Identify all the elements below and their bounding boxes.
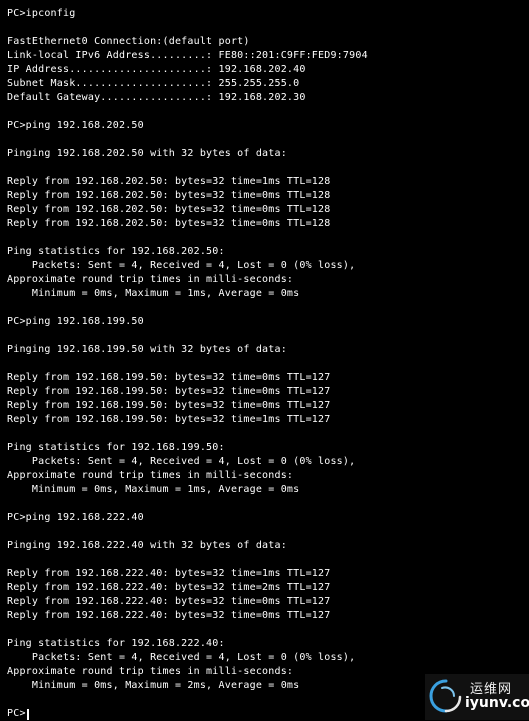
terminal-line: IP Address......................: 192.16… bbox=[7, 64, 306, 75]
terminal-line: Subnet Mask.....................: 255.25… bbox=[7, 78, 300, 89]
terminal-line: Pinging 192.168.199.50 with 32 bytes of … bbox=[7, 344, 287, 355]
terminal-line: Reply from 192.168.222.40: bytes=32 time… bbox=[7, 596, 331, 607]
site-watermark: 运维网 iyunv.com bbox=[425, 674, 529, 720]
terminal-line: Minimum = 0ms, Maximum = 1ms, Average = … bbox=[7, 484, 300, 495]
terminal-line: Reply from 192.168.202.50: bytes=32 time… bbox=[7, 176, 331, 187]
terminal-line: Reply from 192.168.222.40: bytes=32 time… bbox=[7, 568, 331, 579]
terminal-line: Ping statistics for 192.168.202.50: bbox=[7, 246, 225, 257]
terminal-line: Reply from 192.168.202.50: bytes=32 time… bbox=[7, 190, 331, 201]
terminal-line: Ping statistics for 192.168.199.50: bbox=[7, 442, 225, 453]
terminal-line: Reply from 192.168.202.50: bytes=32 time… bbox=[7, 218, 331, 229]
terminal-line: Pinging 192.168.202.50 with 32 bytes of … bbox=[7, 148, 287, 159]
terminal-line: Reply from 192.168.222.40: bytes=32 time… bbox=[7, 610, 331, 621]
terminal-line: Link-local IPv6 Address.........: FE80::… bbox=[7, 50, 368, 61]
terminal-line: Reply from 192.168.199.50: bytes=32 time… bbox=[7, 372, 331, 383]
text-cursor bbox=[26, 708, 29, 720]
watermark-domain: iyunv.com bbox=[465, 695, 529, 711]
terminal-line: PC>ping 192.168.199.50 bbox=[7, 316, 144, 327]
terminal-line: FastEthernet0 Connection:(default port) bbox=[7, 36, 250, 47]
terminal-line: Reply from 192.168.199.50: bytes=32 time… bbox=[7, 414, 331, 425]
command-prompt: PC> bbox=[7, 708, 26, 719]
swirl-logo-icon bbox=[429, 679, 462, 713]
terminal-line: Reply from 192.168.199.50: bytes=32 time… bbox=[7, 400, 331, 411]
terminal-output: PC>ipconfig FastEthernet0 Connection:(def… bbox=[7, 7, 529, 707]
terminal-line: PC>ping 192.168.202.50 bbox=[7, 120, 144, 131]
terminal-line: Packets: Sent = 4, Received = 4, Lost = … bbox=[7, 260, 356, 271]
terminal-line: Packets: Sent = 4, Received = 4, Lost = … bbox=[7, 652, 356, 663]
terminal-line: Ping statistics for 192.168.222.40: bbox=[7, 638, 225, 649]
terminal-line: Packets: Sent = 4, Received = 4, Lost = … bbox=[7, 456, 356, 467]
terminal-window[interactable]: PC>ipconfig FastEthernet0 Connection:(def… bbox=[0, 0, 529, 720]
terminal-line: Pinging 192.168.222.40 with 32 bytes of … bbox=[7, 540, 287, 551]
terminal-line: Reply from 192.168.202.50: bytes=32 time… bbox=[7, 204, 331, 215]
terminal-line: Reply from 192.168.199.50: bytes=32 time… bbox=[7, 386, 331, 397]
terminal-line: Minimum = 0ms, Maximum = 1ms, Average = … bbox=[7, 288, 300, 299]
terminal-line: Approximate round trip times in milli-se… bbox=[7, 470, 294, 481]
terminal-line: Default Gateway.................: 192.16… bbox=[7, 92, 306, 103]
terminal-line: PC>ping 192.168.222.40 bbox=[7, 512, 144, 523]
terminal-line: Approximate round trip times in milli-se… bbox=[7, 274, 294, 285]
terminal-line: Reply from 192.168.222.40: bytes=32 time… bbox=[7, 582, 331, 593]
terminal-line: PC>ipconfig bbox=[7, 8, 76, 19]
